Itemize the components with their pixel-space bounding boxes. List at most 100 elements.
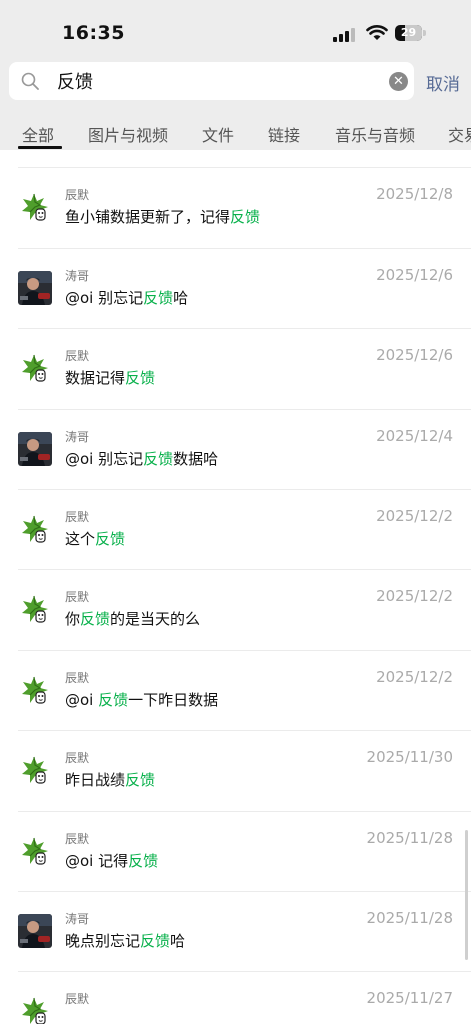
avatar[interactable]: [18, 270, 52, 305]
message-text-before: 晚点别忘记: [65, 931, 141, 950]
scrollbar[interactable]: [465, 830, 468, 960]
cellular-signal-icon: [333, 27, 357, 42]
message-snippet: 晚点别忘记反馈哈: [65, 930, 185, 951]
avatar[interactable]: [18, 994, 52, 1024]
leaf-avatar-icon: [18, 753, 52, 788]
clear-search-icon[interactable]: ✕: [389, 72, 408, 91]
message-text-before: 你: [65, 610, 81, 629]
result-list-item[interactable]: 涛哥 2025/12/4 @oi 别忘记反馈数据哈: [0, 410, 471, 490]
result-list-item[interactable]: 辰默 2025/11/30 昨日战绩反馈: [0, 731, 471, 812]
photo-avatar-icon: [18, 913, 52, 948]
wifi-icon: [366, 25, 388, 40]
leaf-avatar-icon: [18, 511, 52, 546]
sender-name: 辰默: [65, 670, 90, 685]
tab-transactions[interactable]: 交易: [448, 122, 471, 146]
leaf-avatar-icon: [18, 994, 52, 1024]
message-snippet: 数据记得反馈: [65, 367, 155, 388]
message-text-before: 鱼小铺数据更新了，记得: [65, 208, 231, 227]
result-list-item[interactable]: 辰默 2025/12/2 @oi 反馈一下昨日数据: [0, 651, 471, 732]
message-date: 2025/12/6: [376, 346, 453, 365]
message-text-after: 哈: [173, 288, 189, 307]
message-date: 2025/12/8: [376, 185, 453, 204]
sender-name: 涛哥: [65, 911, 90, 926]
result-list-item[interactable]: 辰默 2025/12/6 数据记得反馈: [0, 329, 471, 410]
avatar[interactable]: [18, 672, 52, 707]
message-text-after: 哈: [170, 931, 186, 950]
result-list-item[interactable]: 辰默 2025/11/27: [0, 972, 471, 1024]
battery-tip: [423, 30, 426, 36]
message-keyword-highlight: 反馈: [128, 851, 159, 870]
message-text-before: 数据记得: [65, 369, 126, 388]
photo-avatar-icon: [18, 270, 52, 305]
sender-name: 辰默: [65, 509, 90, 524]
avatar[interactable]: [18, 913, 52, 948]
result-list-item[interactable]: 辰默 2025/12/2 这个反馈: [0, 490, 471, 571]
sender-name: 涛哥: [65, 429, 90, 444]
result-list-item[interactable]: 辰默 2025/12/8 鱼小铺数据更新了，记得反馈: [0, 168, 471, 249]
sender-name: 辰默: [65, 992, 90, 1007]
message-date: 2025/11/30: [366, 748, 453, 767]
result-list-item[interactable]: 涛哥 2025/12/6 @oi 别忘记反馈哈: [0, 249, 471, 330]
message-text-before: @oi 别忘记: [65, 288, 144, 307]
sender-name: 辰默: [65, 188, 90, 203]
tab-links[interactable]: 链接: [268, 122, 300, 146]
avatar[interactable]: [18, 351, 52, 386]
result-list-item[interactable]: @oi 记得反馈数据: [0, 150, 471, 169]
tab-files[interactable]: 文件: [202, 122, 234, 146]
sender-name: 辰默: [65, 831, 90, 846]
sender-name: 辰默: [65, 349, 90, 364]
message-text-before: @oi: [65, 690, 99, 709]
message-text-after: 的是当天的么: [110, 610, 201, 629]
photo-avatar-icon: [18, 431, 52, 466]
message-keyword-highlight: 反馈: [95, 529, 126, 548]
message-keyword-highlight: 反馈: [143, 449, 174, 468]
message-keyword-highlight: 反馈: [125, 369, 156, 388]
message-date: 2025/11/28: [366, 828, 453, 847]
sender-name: 辰默: [65, 590, 90, 605]
tab-images-videos[interactable]: 图片与视频: [88, 122, 168, 146]
active-tab-indicator: [18, 146, 62, 149]
message-text-before: 这个: [65, 529, 96, 548]
avatar[interactable]: [18, 753, 52, 788]
avatar[interactable]: [18, 511, 52, 546]
tab-bar: 全部 图片与视频 文件 链接 音乐与音频 交易: [0, 118, 471, 150]
avatar[interactable]: [18, 431, 52, 466]
message-date: 2025/11/27: [366, 989, 453, 1008]
message-date: 2025/12/2: [376, 667, 453, 686]
message-snippet: @oi 别忘记反馈数据哈: [65, 448, 218, 469]
message-date: 2025/12/2: [376, 506, 453, 525]
message-date: 2025/12/4: [376, 426, 453, 445]
message-text-before: @oi 别忘记: [65, 449, 144, 468]
avatar[interactable]: [18, 833, 52, 868]
message-date: 2025/12/6: [376, 265, 453, 284]
message-text-before: 昨日战绩: [65, 771, 126, 790]
search-results-list[interactable]: @oi 记得反馈数据辰默2025/12/8鱼小铺数据更新了，记得反馈涛哥2025…: [0, 150, 471, 1024]
status-time: 16:35: [62, 22, 125, 44]
message-keyword-highlight: 反馈: [143, 288, 174, 307]
message-snippet: 这个反馈: [65, 528, 125, 549]
result-list-item[interactable]: 辰默 2025/11/28 @oi 记得反馈: [0, 812, 471, 892]
message-text-before: @oi 记得: [65, 851, 129, 870]
message-date: 2025/12/2: [376, 587, 453, 606]
tab-all[interactable]: 全部: [22, 122, 54, 146]
sender-name: 涛哥: [65, 268, 90, 283]
result-list-item[interactable]: 涛哥 2025/11/28 晚点别忘记反馈哈: [0, 892, 471, 973]
message-keyword-highlight: 反馈: [140, 931, 171, 950]
cancel-button[interactable]: 取消: [426, 70, 460, 95]
search-bar[interactable]: ✕: [9, 62, 414, 100]
header: 16:35 29 ✕ 取消 全部 图片与视频 文件 链接 音乐与音频 交易: [0, 0, 471, 150]
avatar[interactable]: [18, 190, 52, 225]
tab-music-audio[interactable]: 音乐与音频: [335, 122, 415, 146]
message-keyword-highlight: 反馈: [125, 771, 156, 790]
leaf-avatar-icon: [18, 833, 52, 868]
message-snippet: @oi 记得反馈: [65, 850, 158, 871]
result-list-item[interactable]: 辰默 2025/12/2 你反馈的是当天的么: [0, 570, 471, 651]
leaf-avatar-icon: [18, 190, 52, 225]
avatar[interactable]: [18, 592, 52, 627]
message-snippet: @oi 反馈一下昨日数据: [65, 689, 218, 710]
sender-name: 辰默: [65, 751, 90, 766]
message-snippet: @oi 别忘记反馈哈: [65, 287, 188, 308]
search-input[interactable]: [57, 68, 377, 94]
leaf-avatar-icon: [18, 592, 52, 627]
message-keyword-highlight: 反馈: [80, 610, 111, 629]
